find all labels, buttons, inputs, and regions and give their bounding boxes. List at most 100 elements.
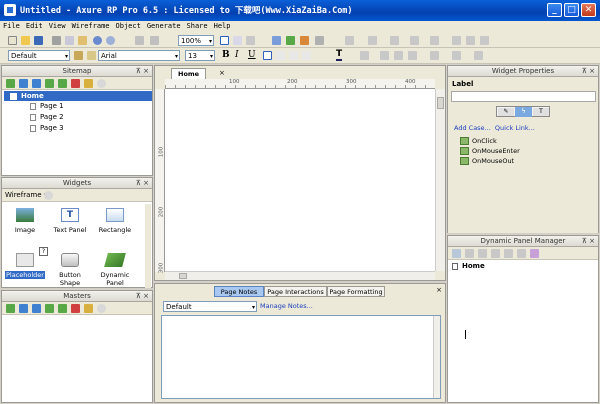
minimize-button[interactable]: _ [547,3,562,17]
dynamic-panel-home[interactable]: Home [452,261,485,271]
widget-text-panel[interactable]: T Text Panel [49,208,91,234]
bullet-icon[interactable] [360,51,369,60]
tab-page-formatting[interactable]: Page Formatting [327,286,385,297]
vertical-scrollbar[interactable] [435,89,445,271]
share-icon[interactable] [315,36,324,45]
text-align-left-icon[interactable] [263,51,272,60]
quick-link[interactable]: Quick Link... [495,124,535,132]
new-icon[interactable] [8,36,17,45]
bold-button[interactable]: B [222,50,230,60]
open-icon[interactable] [21,36,30,45]
indent-icon[interactable] [45,304,54,313]
underline-button[interactable]: U [248,50,256,60]
widget-rectangle[interactable]: Rectangle [94,208,136,234]
notes-scrollbar[interactable] [433,316,440,398]
pin-icon[interactable]: ⊼ [582,67,587,75]
align-left-icon[interactable] [452,36,461,45]
delete-icon[interactable] [71,79,80,88]
text-justify-icon[interactable] [302,51,311,60]
close-icon[interactable]: × [143,67,149,75]
scrollbar-thumb[interactable] [179,273,187,279]
redo-icon[interactable] [106,36,115,45]
text-align-right-icon[interactable] [289,51,298,60]
duplicate-state-icon[interactable] [465,249,474,258]
panel-state-icon[interactable] [530,249,539,258]
top-align-icon[interactable] [380,51,389,60]
close-icon[interactable]: × [143,179,149,187]
notes-textarea[interactable] [161,315,441,399]
close-icon[interactable]: × [589,67,595,75]
edit-state-icon[interactable] [504,249,513,258]
widgets-scrollbar[interactable] [145,204,151,288]
select-mode-icon[interactable] [220,36,229,45]
menu-edit[interactable]: Edit [23,21,46,30]
horizontal-scrollbar[interactable] [165,271,435,280]
bottom-align-icon[interactable] [408,51,417,60]
event-onmouseenter[interactable]: OnMouseEnter [460,146,520,156]
move-down-icon[interactable] [32,304,41,313]
align-right-icon[interactable] [480,36,489,45]
tab-page-interactions[interactable]: Page Interactions [264,286,327,297]
search-icon[interactable] [97,79,106,88]
move-down-icon[interactable] [32,79,41,88]
sitemap-page-1[interactable]: Page 1 [30,101,64,111]
move-down-icon[interactable] [491,249,500,258]
lock-icon[interactable] [474,51,483,60]
maximize-button[interactable]: □ [564,3,579,17]
design-canvas[interactable] [165,89,435,271]
library-select[interactable]: Wireframe ▾ [5,191,47,199]
widget-image[interactable]: Image [4,208,46,234]
widget-placeholder[interactable]: Placeholder [4,253,46,279]
zoom-select[interactable]: 100% ▾ [178,35,214,46]
tab-formatting-icon[interactable]: T [533,108,549,116]
notes-select[interactable]: Default ▾ [163,301,257,312]
outdent-icon[interactable] [58,304,67,313]
undo-icon[interactable] [93,36,102,45]
sitemap-page-2[interactable]: Page 2 [30,112,64,122]
close-icon[interactable]: × [143,292,149,300]
add-case-link[interactable]: Add Case... [454,124,491,132]
cut-icon[interactable] [52,36,61,45]
copy-icon[interactable] [65,36,74,45]
add-master-icon[interactable] [6,304,15,313]
delete-state-icon[interactable] [517,249,526,258]
ungroup-icon[interactable] [150,36,159,45]
scrollbar-thumb[interactable] [437,97,444,109]
event-onclick[interactable]: OnClick [460,136,497,146]
move-up-icon[interactable] [19,304,28,313]
indent-icon[interactable] [45,79,54,88]
distribute-icon[interactable] [430,51,439,60]
text-align-center-icon[interactable] [276,51,285,60]
pin-icon[interactable]: ⊼ [136,179,141,187]
close-icon[interactable]: × [589,237,595,245]
menu-share[interactable]: Share [184,21,211,30]
add-state-icon[interactable] [452,249,461,258]
event-onmouseout[interactable]: OnMouseOut [460,156,514,166]
connector-icon[interactable] [233,36,242,45]
rename-icon[interactable] [84,79,93,88]
menu-help[interactable]: Help [211,21,234,30]
label-input[interactable] [451,91,596,102]
line-style-icon[interactable] [410,36,419,45]
close-icon[interactable]: × [436,286,442,294]
add-page-icon[interactable] [6,79,15,88]
line-width-icon[interactable] [390,36,399,45]
font-size-select[interactable]: 13 ▾ [185,50,215,61]
font-select[interactable]: Arial ▾ [98,50,180,61]
menu-wireframe[interactable]: Wireframe [69,21,113,30]
delete-icon[interactable] [71,304,80,313]
sitemap-home[interactable]: Home [4,91,152,101]
widget-dynamic-panel[interactable]: Dynamic Panel [94,253,136,287]
tab-close-icon[interactable]: × [219,69,225,77]
sitemap-page-3[interactable]: Page 3 [30,123,64,133]
search-icon[interactable] [44,191,53,200]
align-center-icon[interactable] [466,36,475,45]
pin-icon[interactable]: ⊼ [136,292,141,300]
menu-object[interactable]: Object [113,21,144,30]
tab-page-notes[interactable]: Page Notes [214,286,264,297]
text-color-button[interactable]: T [336,49,343,61]
group-icon[interactable] [135,36,144,45]
close-button[interactable]: ✕ [581,3,596,17]
manage-notes-link[interactable]: Manage Notes... [260,302,313,310]
line-color-icon[interactable] [368,36,377,45]
